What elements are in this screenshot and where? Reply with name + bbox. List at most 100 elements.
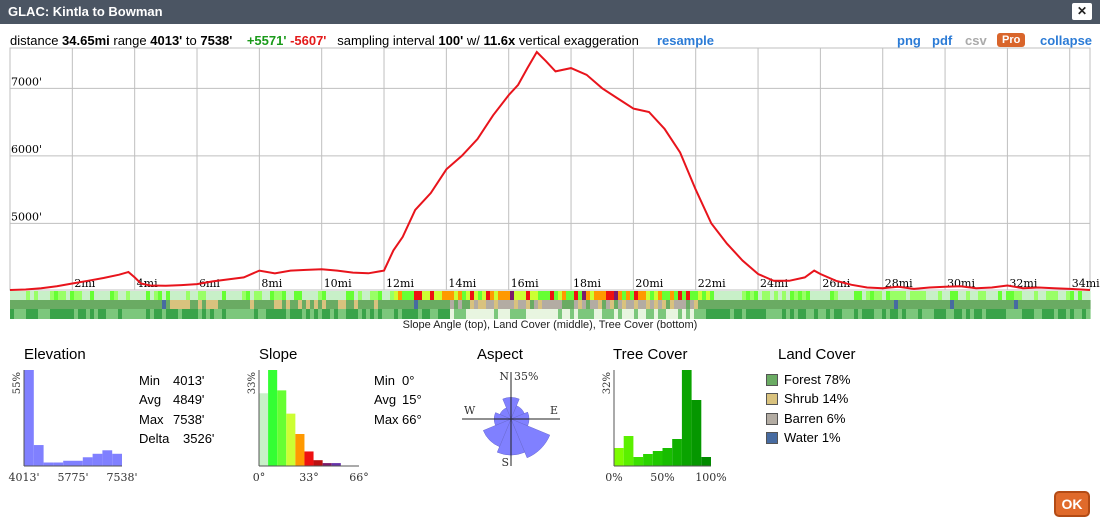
land-cover-cell xyxy=(14,300,19,309)
slope-cell xyxy=(514,291,519,300)
tree-cover-cell xyxy=(98,309,103,319)
land-cover-cell xyxy=(514,300,519,309)
land-cover-cell xyxy=(574,300,579,309)
land-cover-cell xyxy=(206,300,211,309)
slope-cell xyxy=(946,291,951,300)
tree-cover-cell xyxy=(558,309,563,319)
slope-cell xyxy=(318,291,323,300)
land-cover-cell xyxy=(1002,300,1007,309)
tree-cover-cell xyxy=(1042,309,1047,319)
land-cover-cell xyxy=(998,300,1003,309)
tree-cover-cell xyxy=(758,309,763,319)
histogram-bar xyxy=(268,370,278,466)
tree-cover-cell xyxy=(982,309,987,319)
slope-cell xyxy=(566,291,571,300)
tree-cover-cell xyxy=(1054,309,1059,319)
land-cover-cell xyxy=(630,300,635,309)
slope-cell xyxy=(962,291,967,300)
land-cover-cell xyxy=(702,300,707,309)
tree-cover-cell xyxy=(906,309,911,319)
slope-cell xyxy=(142,291,147,300)
tree-cover-cell xyxy=(518,309,523,319)
land-cover-cell xyxy=(526,300,531,309)
slope-cell xyxy=(506,291,511,300)
land-cover-cell xyxy=(886,300,891,309)
land-cover-cell xyxy=(494,300,499,309)
slope-cell xyxy=(406,291,411,300)
land-cover-cell xyxy=(218,300,223,309)
slope-cell xyxy=(298,291,303,300)
tree-cover-cell xyxy=(334,309,339,319)
land-cover-cell xyxy=(238,300,243,309)
land-cover-cell xyxy=(890,300,895,309)
tree-cover-cell xyxy=(1030,309,1035,319)
tree-cover-cell xyxy=(654,309,659,319)
land-cover-cell xyxy=(1086,300,1091,309)
tree-cover-cell xyxy=(846,309,851,319)
land-cover-cell xyxy=(38,300,43,309)
tree-cover-cell xyxy=(282,309,287,319)
land-cover-cell xyxy=(598,300,603,309)
slope-cell xyxy=(414,291,419,300)
slope-max-value: 66° xyxy=(402,412,422,427)
slope-min-label: Min xyxy=(374,373,395,388)
slope-cell xyxy=(542,291,547,300)
slope-cell xyxy=(894,291,899,300)
tree-cover-cell xyxy=(854,309,859,319)
land-cover-cell xyxy=(26,300,31,309)
tree-cover-cell xyxy=(178,309,183,319)
slope-cell xyxy=(282,291,287,300)
x-tick-label: 66° xyxy=(349,471,369,484)
tree-cover-cell xyxy=(554,309,559,319)
tree-cover-cell xyxy=(590,309,595,319)
land-cover-cell xyxy=(766,300,771,309)
land-cover-cell xyxy=(726,300,731,309)
land-cover-cell xyxy=(142,300,147,309)
land-cover-cell xyxy=(602,300,607,309)
tree-cover-cell xyxy=(410,309,415,319)
land-cover-cell xyxy=(946,300,951,309)
x-tick-label: 10mi xyxy=(324,277,352,290)
tree-cover-cell xyxy=(530,309,535,319)
slope-cell xyxy=(674,291,679,300)
land-cover-cell xyxy=(678,300,683,309)
tree-cover-cell xyxy=(146,309,151,319)
land-cover-cell xyxy=(614,300,619,309)
tree-cover-cell xyxy=(522,309,527,319)
land-cover-cell xyxy=(486,300,491,309)
tree-cover-cell xyxy=(102,309,107,319)
tree-cover-cell xyxy=(670,309,675,319)
slope-cell xyxy=(458,291,463,300)
land-cover-cell xyxy=(954,300,959,309)
land-cover-cell xyxy=(850,300,855,309)
land-cover-cell xyxy=(958,300,963,309)
slope-cell xyxy=(54,291,59,300)
slope-max-label: Max xyxy=(374,412,399,427)
tree-cover-cell xyxy=(34,309,39,319)
ok-button[interactable]: OK xyxy=(1054,491,1090,517)
land-cover-cell xyxy=(802,300,807,309)
land-cover-cell xyxy=(530,300,535,309)
barren-label: Barren xyxy=(784,411,824,426)
slope-cell xyxy=(1042,291,1047,300)
tree-cover-cell xyxy=(206,309,211,319)
tree-cover-cell xyxy=(222,309,227,319)
slope-cell xyxy=(866,291,871,300)
land-cover-cell xyxy=(158,300,163,309)
land-cover-cell xyxy=(394,300,399,309)
land-cover-cell xyxy=(374,300,379,309)
tree-cover-cell xyxy=(318,309,323,319)
land-cover-cell xyxy=(406,300,411,309)
land-cover-cell xyxy=(738,300,743,309)
land-cover-cell xyxy=(978,300,983,309)
tree-cover-cell xyxy=(106,309,111,319)
slope-cell xyxy=(1074,291,1079,300)
slope-cell xyxy=(14,291,19,300)
tree-cover-cell xyxy=(570,309,575,319)
shrub-value: 14% xyxy=(822,391,849,406)
slope-cell xyxy=(246,291,251,300)
land-cover-cell xyxy=(778,300,783,309)
land-cover-cell xyxy=(622,300,627,309)
land-cover-cell xyxy=(286,300,291,309)
tree-cover-cell xyxy=(822,309,827,319)
